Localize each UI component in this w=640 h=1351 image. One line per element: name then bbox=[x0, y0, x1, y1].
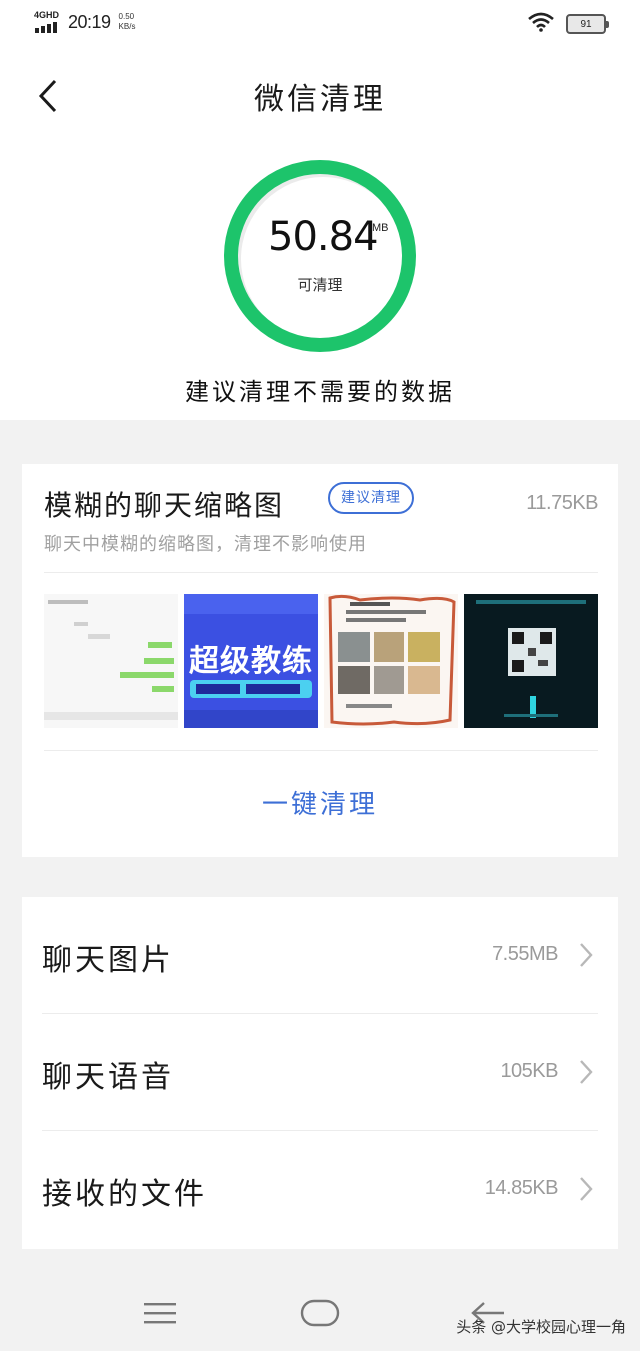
status-time: 20:19 bbox=[68, 11, 111, 32]
thumbnail-photo-collage[interactable] bbox=[324, 594, 458, 728]
network-type: 4GHD bbox=[34, 10, 60, 20]
list-item-size: 105KB bbox=[500, 1060, 558, 1082]
page-title: 微信清理 bbox=[254, 82, 386, 117]
cleanable-size-value: 50.84 bbox=[268, 214, 379, 260]
menu-button[interactable] bbox=[130, 1288, 190, 1338]
thumbnail-qr-poster[interactable] bbox=[464, 594, 598, 728]
one-click-clean-button[interactable]: 一键清理 bbox=[22, 784, 618, 821]
home-button[interactable] bbox=[290, 1288, 350, 1338]
category-list: 聊天图片 7.55MB 聊天语音 105KB 接收的文件 14.85KB bbox=[22, 897, 618, 1249]
cleanable-size-unit: MB bbox=[372, 222, 389, 234]
list-item-size: 7.55MB bbox=[492, 943, 558, 965]
list-item-label: 聊天语音 bbox=[42, 1060, 174, 1095]
home-icon bbox=[300, 1299, 340, 1327]
system-nav-bar bbox=[0, 1268, 640, 1351]
battery-icon: 91 bbox=[566, 14, 609, 34]
card-description: 聊天中模糊的缩略图，清理不影响使用 bbox=[44, 534, 367, 555]
cleanable-caption: 可清理 bbox=[297, 276, 343, 294]
blurry-thumbnails-card: 模糊的聊天缩略图 建议清理 11.75KB 聊天中模糊的缩略图，清理不影响使用 bbox=[22, 464, 618, 857]
chevron-right-icon bbox=[580, 1060, 593, 1084]
divider bbox=[44, 572, 598, 573]
status-bar: 4GHD 20:19 0.50 KB/s 91 bbox=[0, 0, 640, 48]
thumbnail-blue-banner[interactable]: 超级教练 bbox=[184, 594, 318, 728]
wifi-icon bbox=[528, 12, 554, 36]
recommend-badge: 建议清理 bbox=[328, 482, 414, 514]
suggestion-text: 建议清理不需要的数据 bbox=[185, 378, 455, 406]
menu-icon bbox=[144, 1303, 176, 1324]
list-item-label: 接收的文件 bbox=[42, 1177, 207, 1212]
thumbnail-strip: 超级教练 bbox=[44, 594, 598, 728]
speed-value: 0.50 bbox=[118, 12, 135, 21]
list-item-chat-voice[interactable]: 聊天语音 105KB bbox=[22, 1014, 618, 1131]
list-item-received-files[interactable]: 接收的文件 14.85KB bbox=[22, 1131, 618, 1248]
network-speed: 0.50 KB/s bbox=[119, 12, 136, 32]
chevron-right-icon bbox=[580, 943, 593, 967]
card-size: 11.75KB bbox=[526, 492, 598, 514]
card-title: 模糊的聊天缩略图 bbox=[44, 489, 285, 522]
divider bbox=[44, 750, 598, 751]
watermark: 头条 @大学校园心理一角 bbox=[456, 1318, 626, 1336]
list-item-label: 聊天图片 bbox=[42, 943, 174, 978]
list-item-chat-images[interactable]: 聊天图片 7.55MB bbox=[22, 897, 618, 1014]
thumbnail-chat-screenshot[interactable] bbox=[44, 594, 178, 728]
banner-text: 超级教练 bbox=[189, 644, 313, 679]
signal-icon: 4GHD bbox=[34, 10, 62, 34]
chevron-right-icon bbox=[580, 1177, 593, 1201]
speed-unit: KB/s bbox=[118, 22, 136, 31]
list-item-size: 14.85KB bbox=[484, 1177, 559, 1199]
